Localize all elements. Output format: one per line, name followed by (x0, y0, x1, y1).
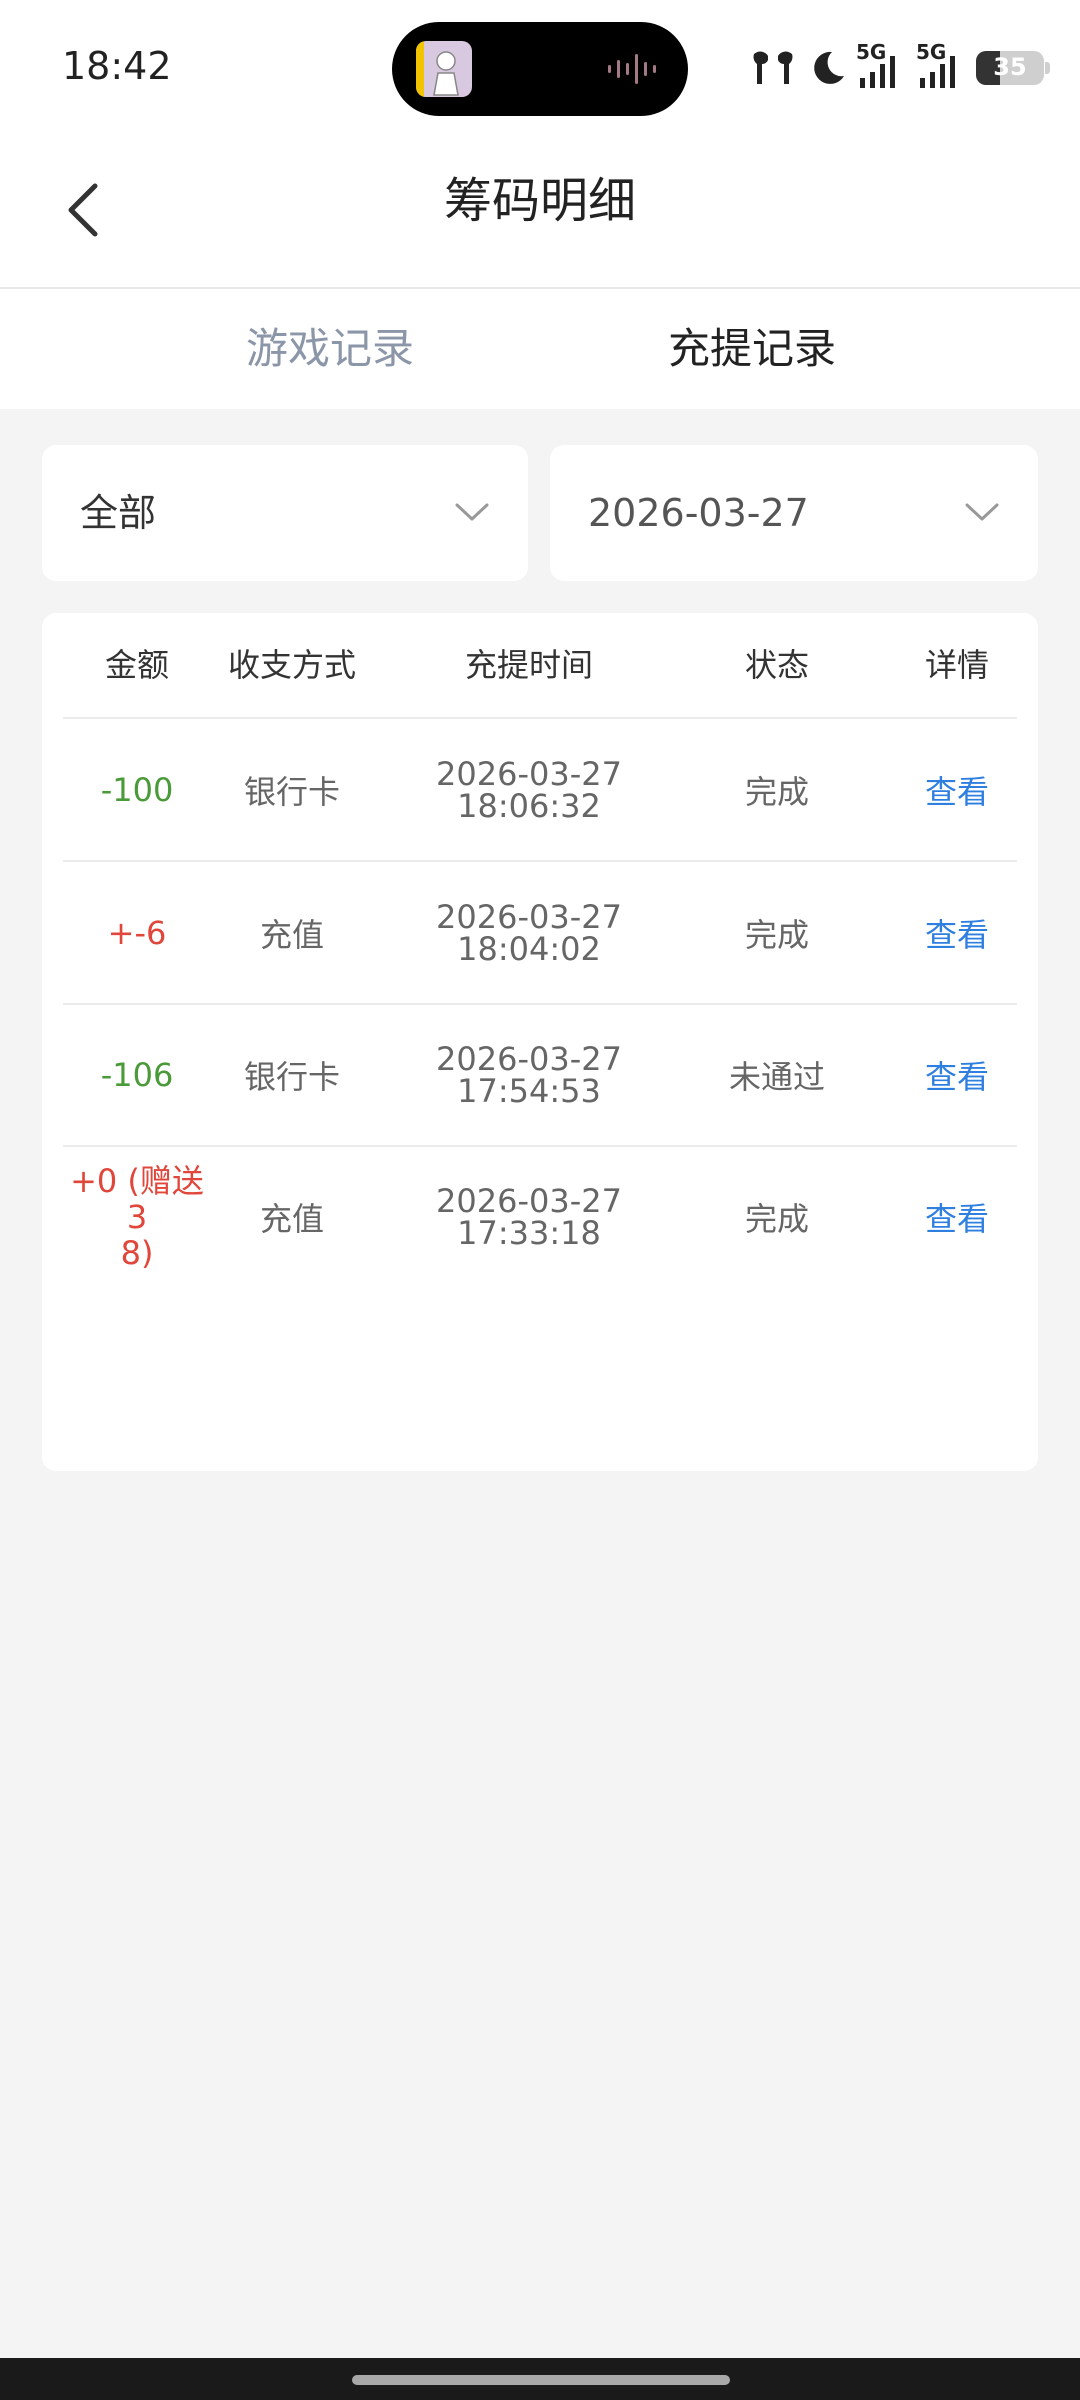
records-table: 金额 收支方式 充提时间 状态 详情 -100 银行卡 2026-03-27 1… (42, 613, 1038, 1471)
clock: 18:42 (62, 44, 172, 88)
clock-text: 18:04:02 (457, 930, 601, 968)
battery-icon: 35 (976, 51, 1050, 85)
amount-text-line2: 8) (120, 1234, 154, 1272)
clock-text: 17:54:53 (457, 1072, 601, 1110)
tab-bar: 游戏记录 充提记录 (0, 289, 1080, 409)
column-header-status: 状态 (744, 646, 809, 684)
time-cell: 2026-03-27 18:06:32 (414, 720, 644, 860)
clock-text: 17:33:18 (457, 1214, 601, 1252)
status-cell: 未通过 (728, 1058, 825, 1096)
amount-cell: -100 (100, 771, 174, 809)
column-header-detail: 详情 (924, 646, 989, 684)
table-row: +-6 充值 2026-03-27 18:04:02 完成 查看 (42, 863, 1038, 1003)
status-cell: 完成 (744, 1200, 809, 1238)
time-cell: 2026-03-27 17:54:53 (414, 1005, 644, 1145)
type-filter-dropdown[interactable]: 全部 (42, 445, 528, 581)
status-bar: 18:42 5G 5G 35 (0, 0, 1080, 135)
amount-cell: -106 (100, 1056, 174, 1094)
column-header-time: 充提时间 (464, 646, 593, 684)
clock-text: 18:06:32 (457, 787, 601, 825)
table-header: 金额 收支方式 充提时间 状态 详情 (42, 613, 1038, 717)
method-cell: 充值 (259, 916, 324, 954)
do-not-disturb-icon (814, 51, 844, 84)
status-cell: 完成 (744, 773, 809, 811)
chevron-left-icon (68, 183, 98, 237)
method-cell: 充值 (259, 1200, 324, 1238)
tab-game-records[interactable]: 游戏记录 (200, 289, 460, 409)
view-detail-link[interactable]: 查看 (897, 863, 1017, 1003)
view-detail-link[interactable]: 查看 (897, 720, 1017, 860)
status-icons: 5G 5G 35 (748, 40, 1050, 96)
date-text: 2026-03-27 (436, 755, 622, 793)
battery-level: 35 (993, 53, 1027, 81)
type-filter-value: 全部 (80, 491, 157, 535)
page-header: 筹码明细 (0, 135, 1080, 289)
album-art-icon (416, 41, 472, 97)
signal-icon-1: 5G (856, 40, 906, 92)
date-text: 2026-03-27 (436, 1040, 622, 1078)
column-header-amount: 金额 (104, 646, 169, 684)
chevron-down-icon (455, 503, 489, 521)
method-cell: 银行卡 (243, 773, 340, 811)
dynamic-island[interactable] (392, 22, 688, 116)
earbuds-icon (753, 51, 793, 84)
audio-wave-icon (608, 54, 656, 84)
divider (63, 717, 1017, 719)
time-cell: 2026-03-27 18:04:02 (414, 863, 644, 1003)
signal-icon-2: 5G (916, 40, 966, 92)
table-row: +0 (赠送3 8) 充值 2026-03-27 17:33:18 完成 查看 (42, 1147, 1038, 1287)
system-nav-bar (0, 2358, 1080, 2400)
date-filter-dropdown[interactable]: 2026-03-27 (550, 445, 1038, 581)
amount-cell: +-6 (107, 914, 167, 952)
chevron-down-icon (965, 503, 999, 521)
tab-deposit-withdraw-records[interactable]: 充提记录 (622, 289, 882, 409)
column-header-method: 收支方式 (227, 646, 356, 684)
view-detail-link[interactable]: 查看 (897, 1005, 1017, 1145)
method-cell: 银行卡 (243, 1058, 340, 1096)
view-detail-link[interactable]: 查看 (897, 1147, 1017, 1287)
date-text: 2026-03-27 (436, 898, 622, 936)
amount-cell: +0 (赠送3 8) (62, 1147, 212, 1287)
table-row: -106 银行卡 2026-03-27 17:54:53 未通过 查看 (42, 1005, 1038, 1145)
date-text: 2026-03-27 (436, 1182, 622, 1220)
status-cell: 完成 (744, 916, 809, 954)
table-row: -100 银行卡 2026-03-27 18:06:32 完成 查看 (42, 720, 1038, 860)
date-filter-value: 2026-03-27 (588, 491, 809, 535)
home-indicator[interactable] (352, 2375, 730, 2385)
time-cell: 2026-03-27 17:33:18 (414, 1147, 644, 1287)
amount-text-line1: +0 (赠送3 (70, 1162, 204, 1236)
back-button[interactable] (48, 165, 118, 255)
page-title: 筹码明细 (443, 173, 636, 229)
divider (63, 860, 1017, 862)
